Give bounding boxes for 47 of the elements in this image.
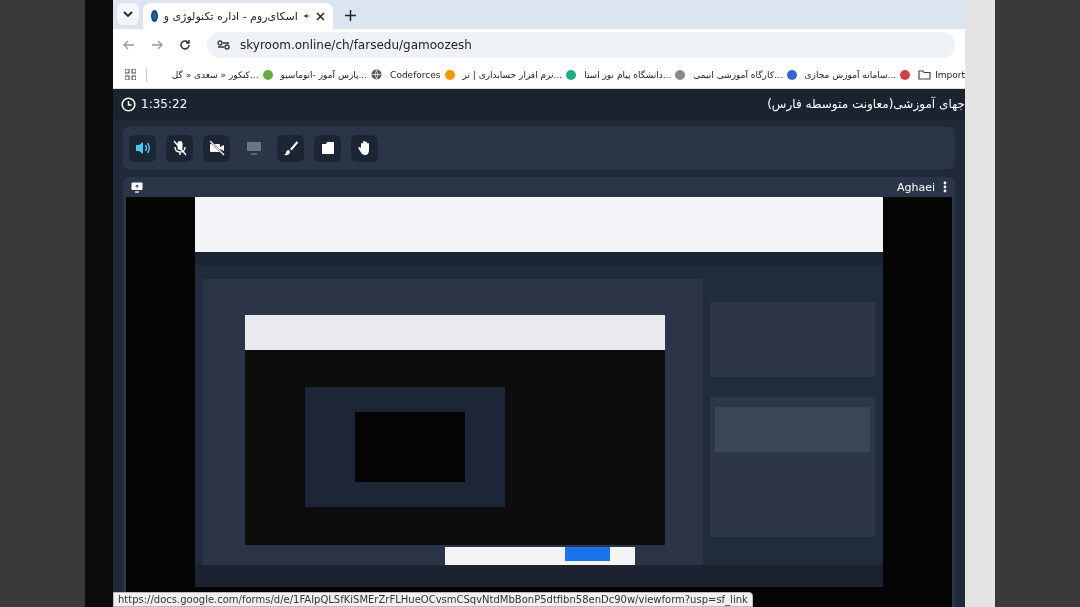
new-tab-icon[interactable]	[345, 10, 356, 21]
tab-search-button[interactable]	[117, 3, 139, 25]
browser-tab[interactable]: اسکای‌روم - اداره تکنولوژی و	[143, 3, 333, 29]
tab-title: اسکای‌روم - اداره تکنولوژی و	[163, 9, 298, 23]
globe-icon	[371, 69, 383, 80]
site-icon	[444, 69, 455, 80]
screen-share-icon	[131, 181, 143, 193]
site-icon	[786, 69, 797, 80]
presenter-name: Aghaei	[896, 180, 935, 194]
speaker-icon	[133, 139, 152, 157]
site-icon	[151, 10, 158, 22]
bookmark[interactable]: Codeforces	[390, 69, 455, 80]
site-icon	[566, 69, 577, 80]
site-icon	[900, 69, 911, 80]
status-url: https://docs.google.com/forms/d/e/1FAIpQLSfKiSMErZrFLHueOCvsmCSqvNtdMbBonP5dtfibn58enDc90w/viewform?usp=sf_link	[113, 592, 753, 607]
camera-icon	[207, 139, 226, 157]
chevron-down-icon	[123, 11, 133, 17]
back-icon[interactable]	[123, 40, 135, 50]
screen-icon	[244, 139, 263, 157]
close-icon[interactable]	[316, 11, 325, 21]
room-title: جهای آموزشی(معاونت متوسطه فارس)	[767, 97, 965, 111]
session-timer: 1:35:22	[141, 97, 188, 111]
apps-icon[interactable]	[125, 69, 136, 80]
site-settings-icon	[217, 40, 230, 50]
folder-button[interactable]	[314, 134, 341, 162]
reload-icon[interactable]	[179, 39, 191, 51]
folder-icon	[918, 69, 932, 80]
forward-icon[interactable]	[151, 40, 163, 50]
bookmark[interactable]: Import	[918, 69, 965, 80]
site-icon	[262, 69, 273, 80]
mic-icon	[170, 139, 189, 157]
address-bar[interactable]: skyroom.online/ch/farsedu/gamoozesh	[207, 32, 955, 58]
camera-button[interactable]	[203, 134, 230, 162]
bookmark[interactable]: دانشگاه پیام نور استا...	[584, 69, 686, 80]
mic-button[interactable]	[166, 134, 193, 162]
bookmark[interactable]: سامانه آموزش مجازی...	[804, 69, 911, 80]
speaker-button[interactable]	[129, 134, 156, 162]
brush-button[interactable]	[277, 134, 304, 162]
url-text: skyroom.online/ch/farsedu/gamoozesh	[240, 38, 472, 52]
clock-icon	[121, 96, 136, 112]
bookmark[interactable]: کارگاه آموزشی انیمی...	[693, 69, 797, 80]
site-icon	[675, 69, 686, 80]
more-icon[interactable]	[943, 181, 947, 193]
bookmark[interactable]: نرم افزار حسابداری | نر...	[462, 69, 577, 80]
bookmark[interactable]: کنکور « سعدی « گل...	[171, 69, 273, 80]
hand-button[interactable]	[351, 134, 378, 162]
bookmark[interactable]: پارس آموز -اتوماسیو...	[280, 69, 383, 80]
